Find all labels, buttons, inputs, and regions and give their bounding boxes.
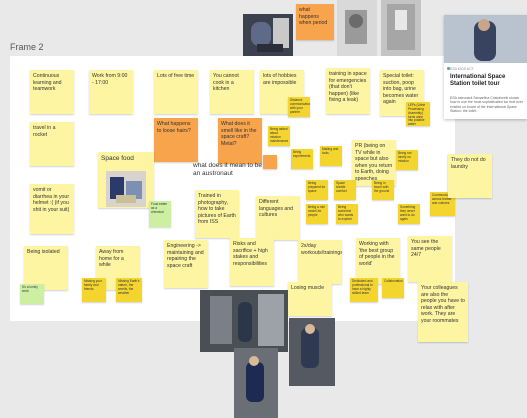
card-image: [444, 15, 527, 63]
station-photo-top[interactable]: [337, 0, 377, 56]
small-note-role-model[interactable]: Being a role model for people: [306, 204, 328, 224]
sticky-note-smell-spacecraft[interactable]: What does it smell like in the space cra…: [218, 118, 262, 164]
central-question: what does it mean to be an austronaut: [193, 162, 263, 178]
small-note-missing-family[interactable]: Missing your family and friends: [82, 278, 106, 302]
small-note-explore[interactable]: Being someone who wants to explore: [336, 204, 358, 224]
sticky-note-languages[interactable]: Different languages and cultures: [256, 196, 300, 240]
astronaut-photo-bottom-center[interactable]: [200, 290, 288, 352]
card-description: ESA astronaut Samantha Cristoforetti sho…: [450, 96, 523, 114]
sticky-note-photography[interactable]: Trained in photography, how to take pict…: [195, 190, 239, 238]
whiteboard-frame[interactable]: Continuous learning and teamwork Work fr…: [10, 56, 455, 321]
small-note-upa-urine[interactable]: LEPs (Urine Processing Assembly) turns u…: [406, 102, 430, 126]
frame-label: Frame 2: [10, 42, 44, 52]
sticky-note-free-time[interactable]: Lots of free time: [154, 70, 198, 114]
sticky-note-training-emergencies[interactable]: training in space for emergencies (that …: [326, 68, 370, 114]
sticky-note-engineering[interactable]: Engineering -> maintaining and repairing…: [164, 240, 208, 288]
sticky-note-loose-hairs[interactable]: What happens to loose hairs?: [154, 118, 198, 162]
sticky-note-travel-rocket[interactable]: travel in a rocket: [30, 122, 74, 166]
small-note-food-chemical[interactable]: Food eaten as a chemical: [149, 201, 171, 227]
small-note-distance-communication[interactable]: Distance communication with your partner: [288, 97, 310, 117]
sticky-note-what-happens-period[interactable]: what happens when period: [296, 4, 334, 40]
small-note-lonely-work[interactable]: It's a lonely work: [20, 284, 44, 304]
small-note-missing-nature[interactable]: Missing Earth's nature, the smells, the …: [116, 278, 142, 302]
small-note-mission-maintenance[interactable]: Being asked about mission maintenance: [268, 126, 290, 146]
sticky-note-risks[interactable]: Risks and sacrifice + high stakes and re…: [230, 238, 274, 286]
link-preview-card[interactable]: ESA KIDS ACT International Space Station…: [444, 15, 527, 119]
astronaut-photo-bottom[interactable]: [234, 348, 278, 418]
small-note-experiments[interactable]: Being experiments: [291, 149, 313, 169]
sticky-note-work-hours[interactable]: Work from 9:00 - 17:00: [89, 70, 133, 114]
sticky-note-vomit-helmet[interactable]: vomit or diarrhea in your helmet :( (if …: [30, 184, 74, 234]
sticky-note-colleagues-roommates[interactable]: Your colleagues are also the people you …: [418, 282, 468, 342]
card-title[interactable]: International Space Station toilet tour: [450, 74, 524, 88]
astronaut-photo-top-left[interactable]: [243, 14, 293, 56]
astronaut-photo-bottom-right[interactable]: [289, 318, 335, 386]
card-source: ESA KIDS ACT: [450, 67, 474, 71]
station-photo-top-right[interactable]: [381, 0, 421, 56]
sticky-note-continuous-learning[interactable]: Continuous learning and teamwork: [30, 70, 74, 114]
small-note-prepared-space[interactable]: Being prepared for space: [306, 180, 328, 200]
space-food-photo[interactable]: [106, 171, 146, 207]
sticky-note-workouts[interactable]: 2x/day workouts/trainings: [298, 240, 342, 284]
small-note-being-lonely[interactable]: Being not lonely on mission: [396, 150, 418, 170]
small-note-collaboration[interactable]: Collaboration: [382, 278, 404, 298]
small-note-shuttle-comfort[interactable]: Space shuttle comfort: [334, 180, 356, 200]
small-note-never-again[interactable]: Something they never want to do again: [398, 204, 420, 224]
sticky-note-same-people[interactable]: You see the same people 24/7: [408, 236, 452, 282]
sticky-note-cannot-cook[interactable]: You cannot cook in a kitchen: [210, 70, 254, 114]
sticky-note-no-laundry[interactable]: They do not do laundry: [448, 154, 492, 198]
small-note-mailing-tools[interactable]: Mailing and tools: [320, 146, 342, 166]
sticky-note-losing-muscle[interactable]: Losing muscle: [288, 282, 332, 316]
small-note-touch-ground[interactable]: Being in touch with the ground: [372, 180, 394, 200]
small-note-dedicated-team[interactable]: Dedicated and professional to have a hig…: [350, 278, 378, 302]
